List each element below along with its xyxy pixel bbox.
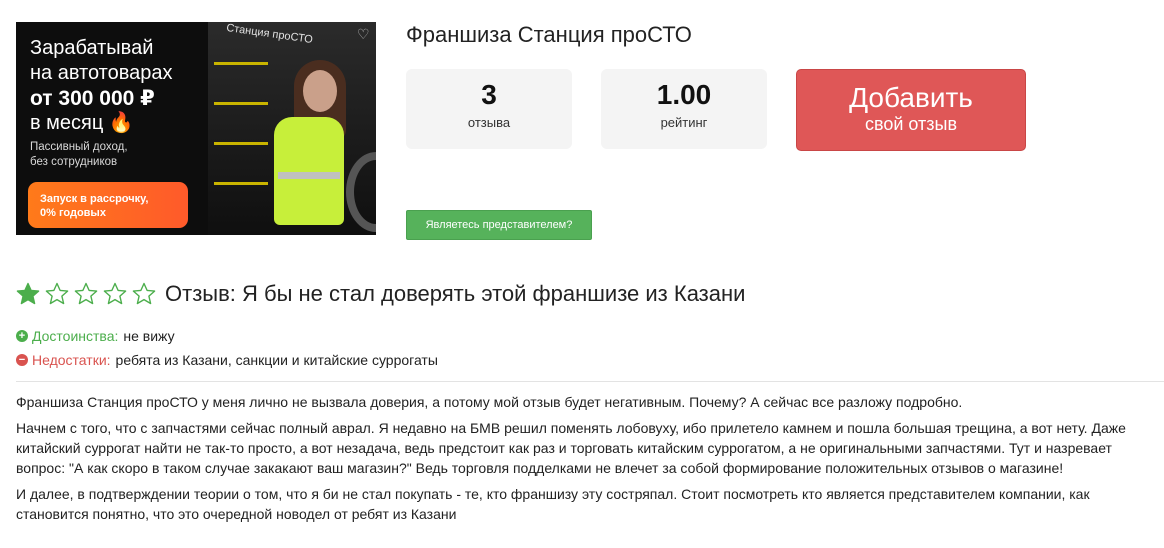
rating-label: рейтинг [660, 115, 708, 130]
rating-value: 1.00 [656, 79, 712, 110]
banner-cta-button: Запуск в рассрочку, 0% годовых [28, 182, 188, 228]
franchise-banner[interactable]: Зарабатывай на автотоварах от 300 000 ₽ … [16, 22, 376, 235]
reviews-count-label: отзыва [467, 115, 511, 130]
review-cons: − Недостатки: ребята из Казани, санкции … [16, 352, 438, 368]
safety-vest [274, 117, 344, 225]
review-paragraph-3: И далее, в подтверждении теории о том, ч… [16, 486, 1090, 522]
banner-cta-line-2: 0% годовых [40, 207, 106, 219]
star-empty-icon [45, 282, 69, 305]
review-paragraph-1: Франшиза Станция проСТО у меня лично не … [16, 394, 963, 410]
review-heading: Отзыв: Я бы не стал доверять этой франши… [16, 281, 745, 307]
star-filled-icon [16, 282, 40, 305]
review-title: Отзыв: Я бы не стал доверять этой франши… [165, 281, 746, 306]
star-empty-icon [103, 282, 127, 305]
add-review-button[interactable]: Добавить свой отзыв [796, 69, 1026, 151]
star-empty-icon [74, 282, 98, 305]
shelf [214, 182, 268, 185]
add-review-line-1: Добавить [849, 82, 973, 113]
banner-line-4: в месяц 🔥 [30, 112, 134, 134]
vest-stripe [278, 172, 340, 179]
banner-small-1: Пассивный доход, [30, 141, 128, 153]
rating-card: 1.00 рейтинг [601, 69, 767, 149]
review-pros: + Достоинства: не вижу [16, 328, 175, 344]
banner-headline: Зарабатывай на автотоварах от 300 000 ₽ … [30, 36, 172, 136]
heart-icon[interactable]: ♡ [357, 26, 370, 43]
banner-cta-line-1: Запуск в рассрочку, [40, 193, 149, 205]
star-empty-icon [132, 282, 156, 305]
minus-circle-icon: − [16, 354, 28, 366]
banner-small-2: без сотрудников [30, 156, 118, 168]
banner-store-sign: Станция проСТО [225, 22, 314, 46]
person-head [303, 70, 337, 112]
representative-button[interactable]: Являетесь представителем? [406, 210, 592, 240]
review-body: Франшиза Станция проСТО у меня лично не … [16, 392, 1156, 530]
shelf [214, 62, 268, 65]
cons-label: Недостатки: [32, 352, 111, 368]
pros-value: не вижу [123, 328, 175, 344]
shelf [214, 102, 268, 105]
review-paragraph-2: Начнем с того, что с запчастями сейчас п… [16, 420, 1126, 476]
shelf [214, 142, 268, 145]
banner-subtext: Пассивный доход, без сотрудников [30, 140, 128, 170]
reviews-count-card: 3 отзыва [406, 69, 572, 149]
banner-photo: Станция проСТО [208, 22, 376, 235]
wheel [346, 152, 376, 232]
plus-circle-icon: + [16, 330, 28, 342]
banner-text-panel: Зарабатывай на автотоварах от 300 000 ₽ … [16, 22, 208, 235]
pros-label: Достоинства: [32, 328, 119, 344]
add-review-line-2: свой отзыв [864, 114, 958, 134]
banner-line-2: на автотоварах [30, 62, 173, 84]
banner-line-1: Зарабатывай [30, 37, 154, 59]
divider [16, 381, 1164, 382]
banner-line-3: от 300 000 ₽ [30, 87, 155, 110]
star-rating [16, 282, 161, 306]
page-title: Франшиза Станция проСТО [406, 22, 692, 47]
reviews-count: 3 [481, 79, 497, 110]
cons-value: ребята из Казани, санкции и китайские су… [115, 352, 438, 368]
